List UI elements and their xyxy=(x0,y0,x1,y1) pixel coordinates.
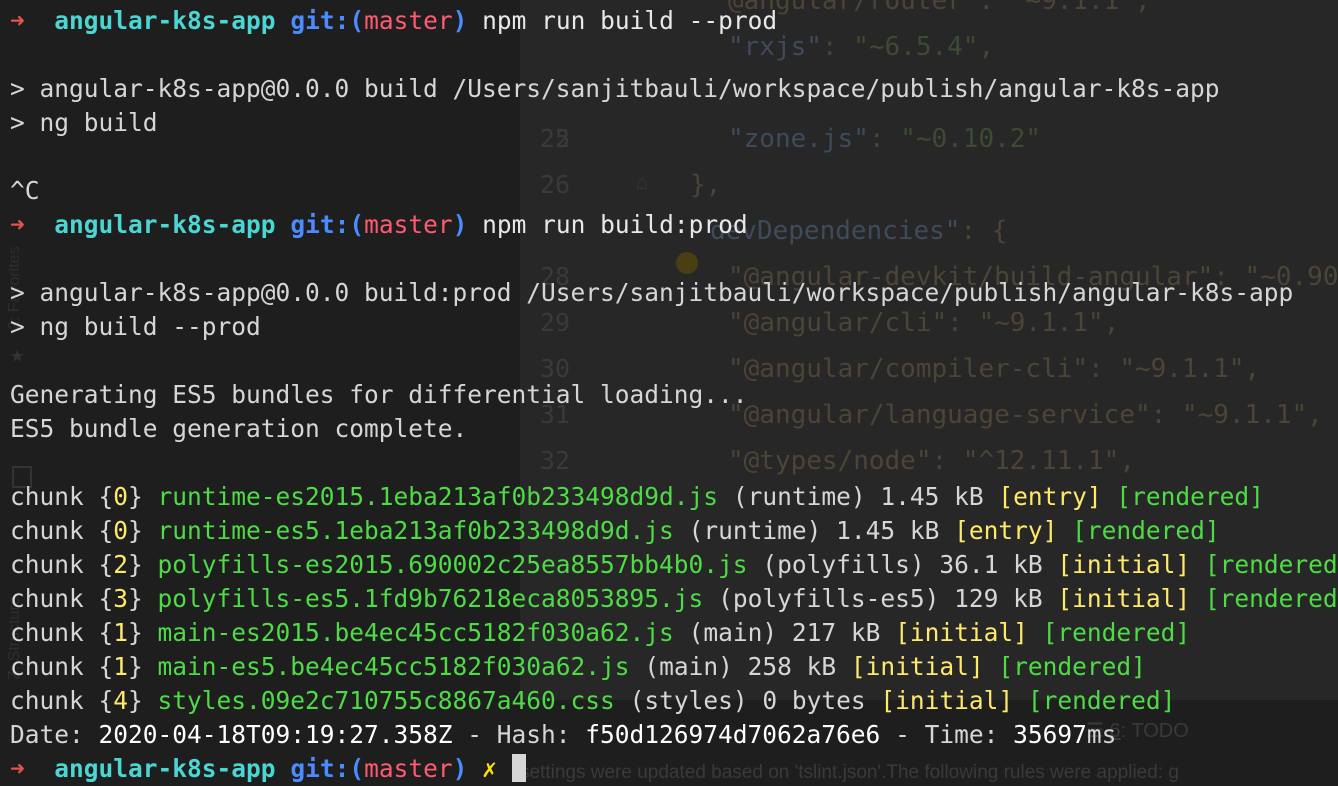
build-date: 2020-04-18T09:19:27.358Z xyxy=(98,720,453,749)
prompt-directory: angular-k8s-app xyxy=(54,210,276,239)
active-prompt-line[interactable]: ➜ angular-k8s-app git:(master) ✗ xyxy=(10,752,526,786)
chunk-meta: (polyfills) 36.1 kB xyxy=(762,550,1043,579)
chunk-tag: [initial] xyxy=(895,618,1028,647)
prompt-git-label: git:( xyxy=(290,210,365,239)
chunk-status: [rendered] xyxy=(1204,584,1338,613)
prompt-arrow-icon: ➜ xyxy=(10,6,25,35)
prompt-git-close: ) xyxy=(452,6,468,35)
output-line: > angular-k8s-app@0.0.0 build:prod /User… xyxy=(10,278,1294,307)
output-line: Generating ES5 bundles for differential … xyxy=(10,380,748,409)
chunk-tag: [initial] xyxy=(1057,584,1191,613)
chunk-tag: [initial] xyxy=(880,686,1014,715)
prompt-git-close: ) xyxy=(452,210,468,239)
chunk-file: runtime-es5.1eba213af0b233498d9d.js xyxy=(157,516,674,545)
chunk-meta: (styles) 0 bytes xyxy=(629,686,866,715)
output-line: > ng build xyxy=(10,108,158,137)
chunk-id: 4 xyxy=(113,686,129,715)
chunk-id: 2 xyxy=(113,550,129,579)
prompt-branch: master xyxy=(364,754,453,783)
chunk-line: chunk {0} runtime-es5.1eba213af0b233498d… xyxy=(10,516,1220,545)
chunk-status: [rendered] xyxy=(1027,686,1176,715)
time-label: - Time: xyxy=(880,720,1014,749)
chunk-meta: (main) 258 kB xyxy=(644,652,837,681)
chunk-line: chunk {4} styles.09e2c710755c8867a460.cs… xyxy=(10,686,1176,715)
build-hash: f50d126974d7062a76e6 xyxy=(585,720,881,749)
prompt-branch: master xyxy=(364,6,453,35)
prompt-arrow-icon: ➜ xyxy=(10,210,25,239)
chunk-status: [rendered] xyxy=(1204,550,1338,579)
prompt-arrow-icon: ➜ xyxy=(10,754,25,783)
chunk-meta: (main) 217 kB xyxy=(688,618,881,647)
chunk-id: 1 xyxy=(113,618,129,647)
chunk-file: polyfills-es2015.690002c25ea8557bb4b0.js xyxy=(157,550,748,579)
prompt-directory: angular-k8s-app xyxy=(54,754,276,783)
time-unit: ms xyxy=(1086,720,1117,749)
build-time: 35697 xyxy=(1013,720,1087,749)
prompt-git-label: git:( xyxy=(290,754,365,783)
chunk-status: [rendered] xyxy=(998,652,1146,681)
git-dirty-icon: ✗ xyxy=(482,754,497,783)
chunk-line: chunk {1} main-es5.be4ec45cc5182f030a62.… xyxy=(10,652,1146,681)
chunk-id: 1 xyxy=(113,652,129,681)
hash-label: - Hash: xyxy=(452,720,586,749)
date-label: Date: xyxy=(10,720,99,749)
text-cursor[interactable] xyxy=(511,754,526,782)
prompt-git-close: ) xyxy=(452,754,468,783)
chunk-file: polyfills-es5.1fd9b76218eca8053895.js xyxy=(157,584,704,613)
chunk-tag: [initial] xyxy=(1057,550,1191,579)
output-line: > angular-k8s-app@0.0.0 build /Users/san… xyxy=(10,74,1220,103)
chunk-status: [rendered] xyxy=(1116,482,1264,511)
chunk-meta: (polyfills-es5) 129 kB xyxy=(718,584,1043,613)
prompt-branch: master xyxy=(364,210,453,239)
chunk-file: styles.09e2c710755c8867a460.css xyxy=(157,686,615,715)
prompt-git-label: git:( xyxy=(290,6,365,35)
chunk-tag: [initial] xyxy=(850,652,984,681)
chunk-status: [rendered] xyxy=(1042,618,1191,647)
prompt-line: ➜ angular-k8s-app git:(master) npm run b… xyxy=(10,208,748,242)
output-line: ES5 bundle generation complete. xyxy=(10,414,468,443)
chunk-id: 0 xyxy=(113,482,129,511)
chunk-file: main-es2015.be4ec45cc5182f030a62.js xyxy=(157,618,674,647)
chunk-line: chunk {1} main-es2015.be4ec45cc5182f030a… xyxy=(10,618,1191,647)
chunk-tag: [entry] xyxy=(998,482,1102,511)
terminal-output[interactable]: ➜ angular-k8s-app git:(master) npm run b… xyxy=(0,0,1338,786)
chunk-tag: [entry] xyxy=(954,516,1058,545)
chunk-line: chunk {2} polyfills-es2015.690002c25ea85… xyxy=(10,548,1338,582)
chunk-line: chunk {3} polyfills-es5.1fd9b76218eca805… xyxy=(10,582,1338,616)
output-line: > ng build --prod xyxy=(10,312,261,341)
build-summary-line: Date: 2020-04-18T09:19:27.358Z - Hash: f… xyxy=(10,718,1116,752)
command-text: npm run build --prod xyxy=(482,6,778,35)
chunk-id: 3 xyxy=(113,584,129,613)
command-text: npm run build:prod xyxy=(482,210,748,239)
chunk-file: main-es5.be4ec45cc5182f030a62.js xyxy=(157,652,630,681)
chunk-meta: (runtime) 1.45 kB xyxy=(732,482,984,511)
chunk-file: runtime-es2015.1eba213af0b233498d9d.js xyxy=(157,482,719,511)
prompt-line: ➜ angular-k8s-app git:(master) npm run b… xyxy=(10,4,777,38)
chunk-id: 0 xyxy=(113,516,129,545)
chunk-meta: (runtime) 1.45 kB xyxy=(688,516,940,545)
interrupt-line: ^C xyxy=(10,176,40,205)
chunk-line: chunk {0} runtime-es2015.1eba213af0b2334… xyxy=(10,482,1264,511)
chunk-status: [rendered] xyxy=(1072,516,1220,545)
prompt-directory: angular-k8s-app xyxy=(54,6,276,35)
